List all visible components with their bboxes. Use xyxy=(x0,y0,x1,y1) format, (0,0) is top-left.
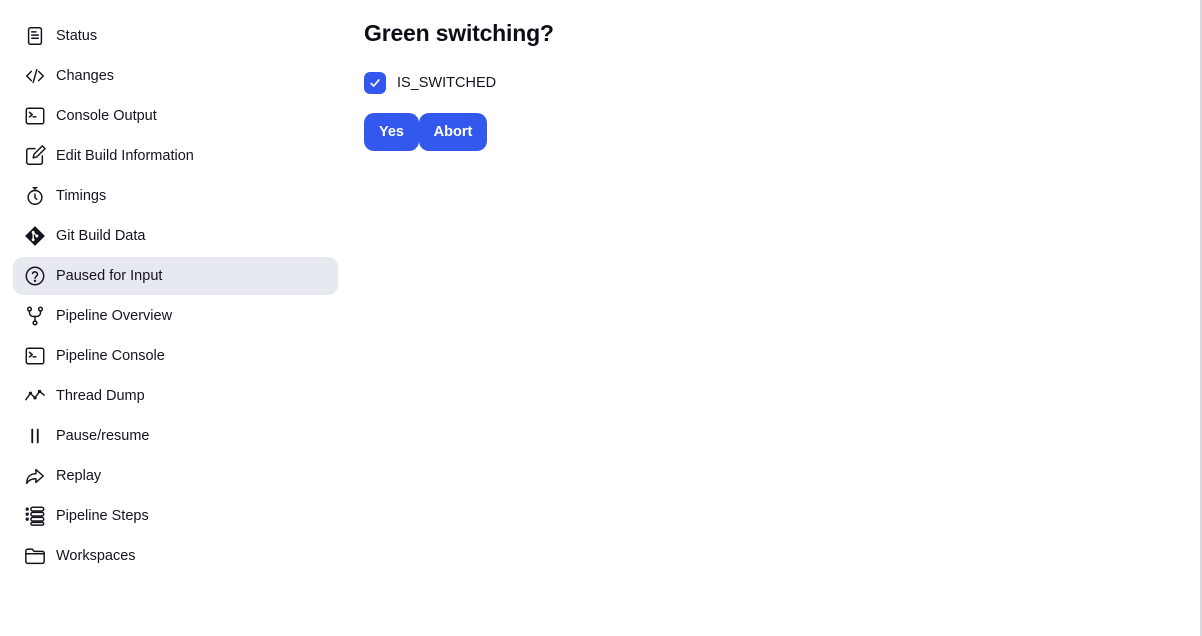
sidebar: Status Changes Console Output Edit Build… xyxy=(13,17,338,577)
list-icon xyxy=(24,505,46,527)
sidebar-item-pipeline-console[interactable]: Pipeline Console xyxy=(13,337,338,375)
abort-button[interactable]: Abort xyxy=(419,113,487,151)
terminal-icon xyxy=(24,105,46,127)
sidebar-item-changes[interactable]: Changes xyxy=(13,57,338,95)
sidebar-item-label: Paused for Input xyxy=(56,268,163,284)
sidebar-item-label: Workspaces xyxy=(56,548,136,564)
parameter-row: IS_SWITCHED xyxy=(364,71,1164,95)
sidebar-item-paused-for-input[interactable]: Paused for Input xyxy=(13,257,338,295)
sidebar-item-timings[interactable]: Timings xyxy=(13,177,338,215)
sidebar-item-label: Console Output xyxy=(56,108,157,124)
is-switched-label[interactable]: IS_SWITCHED xyxy=(397,75,496,91)
page-title: Green switching? xyxy=(364,20,554,46)
sidebar-item-label: Timings xyxy=(56,188,107,204)
sidebar-item-console-output[interactable]: Console Output xyxy=(13,97,338,135)
sidebar-item-pause-resume[interactable]: Pause/resume xyxy=(13,417,338,455)
question-icon xyxy=(24,265,46,287)
main-content: Green switching? IS_SWITCHED Yes Abort xyxy=(364,17,1164,151)
sidebar-item-label: Pipeline Console xyxy=(56,348,165,364)
sidebar-item-workspaces[interactable]: Workspaces xyxy=(13,537,338,575)
stopwatch-icon xyxy=(24,185,46,207)
pause-icon xyxy=(24,425,46,447)
sidebar-item-edit-build-information[interactable]: Edit Build Information xyxy=(13,137,338,175)
action-buttons: Yes Abort xyxy=(364,113,1164,151)
activity-icon xyxy=(24,385,46,407)
status-icon xyxy=(24,25,46,47)
checkmark-icon xyxy=(370,79,380,87)
sidebar-item-label: Replay xyxy=(56,468,102,484)
page: Status Changes Console Output Edit Build… xyxy=(0,0,1202,636)
terminal-icon xyxy=(24,345,46,367)
replay-icon xyxy=(24,465,46,487)
sidebar-item-thread-dump[interactable]: Thread Dump xyxy=(13,377,338,415)
sidebar-item-replay[interactable]: Replay xyxy=(13,457,338,495)
code-icon xyxy=(24,65,46,87)
sidebar-item-label: Pipeline Overview xyxy=(56,308,173,324)
sidebar-item-pipeline-overview[interactable]: Pipeline Overview xyxy=(13,297,338,335)
branch-icon xyxy=(24,305,46,327)
sidebar-item-git-build-data[interactable]: Git Build Data xyxy=(13,217,338,255)
sidebar-item-label: Git Build Data xyxy=(56,228,146,244)
sidebar-item-label: Pipeline Steps xyxy=(56,508,149,524)
folder-icon xyxy=(24,545,46,567)
sidebar-item-status[interactable]: Status xyxy=(13,17,338,55)
sidebar-item-label: Changes xyxy=(56,68,115,84)
sidebar-item-label: Pause/resume xyxy=(56,428,150,444)
sidebar-item-pipeline-steps[interactable]: Pipeline Steps xyxy=(13,497,338,535)
yes-button[interactable]: Yes xyxy=(364,113,419,151)
is-switched-checkbox[interactable] xyxy=(364,72,386,94)
sidebar-item-label: Edit Build Information xyxy=(56,148,194,164)
edit-icon xyxy=(24,145,46,167)
git-icon xyxy=(24,225,46,247)
sidebar-item-label: Status xyxy=(56,28,98,44)
sidebar-item-label: Thread Dump xyxy=(56,388,145,404)
